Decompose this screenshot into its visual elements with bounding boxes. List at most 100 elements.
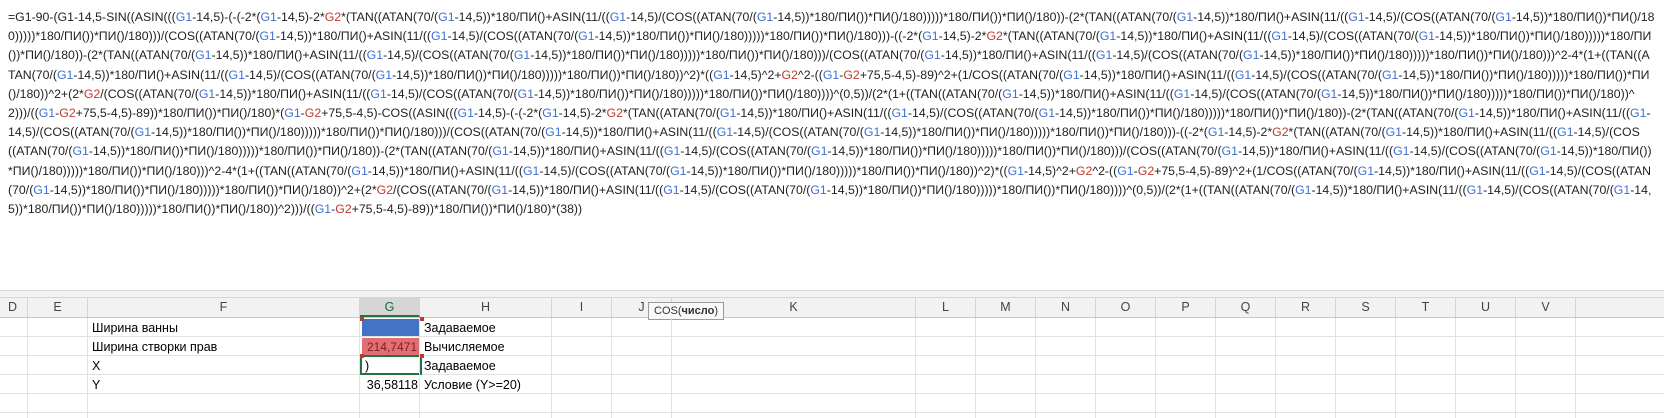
formula-segment: -14,5))*180/ПИ())*ПИ()/180)))))*180/ПИ()…	[88, 144, 493, 159]
grid-column-line	[1515, 318, 1516, 418]
formula-ref-g1: G1	[1529, 163, 1546, 178]
grid-column-line	[1455, 318, 1456, 418]
cell-h4[interactable]: Условие (Y>=20)	[424, 376, 521, 394]
formula-segment: -14,5)/(COS((ATAN(70/(	[1287, 29, 1419, 44]
formula-ref-g2: G2	[304, 106, 322, 121]
grid-column-line	[551, 318, 552, 418]
grid-column-line	[975, 318, 976, 418]
grid-column-line	[671, 318, 672, 418]
column-header-n[interactable]: N	[1036, 298, 1096, 317]
column-header-s[interactable]: S	[1336, 298, 1396, 317]
formula-segment: -14,5))*180/ПИ()+ASIN(11/((	[1474, 106, 1631, 121]
formula-segment: -14,5))*180/ПИ())*ПИ()/180)))))*180/ПИ()…	[827, 144, 1222, 159]
formula-ref-g1: G1	[716, 125, 734, 140]
column-header-h[interactable]: H	[420, 298, 552, 317]
formula-segment: -14,5)/(COS((ATAN(70/(	[447, 29, 579, 44]
cell-f2[interactable]: Ширина створки прав	[92, 338, 217, 356]
formula-ref-g1: G1	[924, 48, 941, 63]
column-header-m[interactable]: M	[976, 298, 1036, 317]
formula-segment: +75,5-4,5)-89))*180/ПИ())*ПИ()/180)*(38)…	[351, 202, 583, 217]
function-tooltip: COS(число)	[648, 302, 724, 320]
column-header-f[interactable]: F	[88, 298, 360, 317]
formula-ref-g2: G2	[1075, 163, 1093, 178]
column-header-u[interactable]: U	[1456, 298, 1516, 317]
formula-ref-g1: G1	[756, 10, 774, 24]
formula-bar[interactable]: =G1-90-(G1-14,5-SIN((ASIN(((G1 -14,5)-(-(…	[0, 0, 1664, 290]
formula-bar-resize-handle[interactable]	[0, 290, 1664, 298]
reference-handle[interactable]	[360, 354, 364, 358]
formula-ref-g1: G1	[457, 106, 474, 121]
formula-ref-g1: G1	[522, 163, 540, 178]
table-row	[0, 337, 1664, 356]
column-header-r[interactable]: R	[1276, 298, 1336, 317]
column-header-i[interactable]: I	[552, 298, 612, 317]
formula-ref-g1: G1	[1173, 86, 1191, 101]
cell-h3[interactable]: Задаваемое	[424, 357, 496, 375]
formula-segment: ^2-((	[797, 67, 823, 82]
cell-h2[interactable]: Вычисляемое	[424, 338, 505, 356]
cell-g2[interactable]: 214,7471	[362, 338, 420, 355]
cell-g1[interactable]	[362, 319, 420, 336]
cell-f3[interactable]: X	[92, 357, 100, 375]
formula-text[interactable]: =G1-90-(G1-14,5-SIN((ASIN(((G1 -14,5)-(-(…	[8, 8, 1656, 219]
reference-handle[interactable]	[420, 317, 424, 321]
formula-ref-g1: G1	[542, 106, 559, 121]
formula-ref-g1: G1	[810, 182, 827, 197]
formula-segment: -14,5)/(COS((ATAN(70/(	[680, 144, 812, 159]
formula-segment: +75,5-4,5)-89)^2+(1/COS((ATAN(70/(	[859, 67, 1064, 82]
formula-segment: -14,5)-2*	[1224, 125, 1273, 140]
formula-segment: -14,5)-2*	[938, 29, 987, 44]
cell-g4[interactable]: 36,58118	[362, 376, 420, 394]
column-header-e[interactable]: E	[28, 298, 88, 317]
column-header-q[interactable]: Q	[1216, 298, 1276, 317]
reference-handle[interactable]	[360, 317, 364, 321]
formula-ref-g2: G2	[376, 182, 394, 197]
formula-segment: -14,5))*180/ПИ()+ASIN(11/((	[508, 144, 664, 159]
formula-ref-g1: G1	[1540, 144, 1557, 159]
formula-segment: -14,5))*180/ПИ())*ПИ()/180)))))*180/ПИ()…	[530, 48, 925, 63]
column-header-l[interactable]: L	[916, 298, 976, 317]
formula-ref-g1: G1	[1095, 48, 1113, 63]
table-row	[0, 394, 1664, 413]
formula-segment: -14,5))*180/ПИ()+ASIN(11/((	[940, 48, 1096, 63]
table-row	[0, 375, 1664, 394]
formula-ref-g1: G1	[1320, 86, 1338, 101]
formula-ref-g1: G1	[314, 202, 332, 217]
formula-ref-g1: G1	[922, 29, 939, 44]
worksheet-grid[interactable]	[0, 318, 1664, 418]
formula-ref-g1: G1	[513, 48, 531, 63]
cell-h1[interactable]: Задаваемое	[424, 319, 496, 337]
formula-ref-g1: G1	[351, 163, 368, 178]
formula-ref-g1: G1	[713, 67, 730, 82]
reference-handle[interactable]	[420, 354, 424, 358]
formula-segment: -14,5)-(-(-2*(	[192, 10, 261, 24]
formula-ref-g1: G1	[1243, 48, 1260, 63]
formula-segment: -14,5))*180/ПИ()+ASIN(11/((	[1193, 10, 1349, 24]
formula-segment: -14,5))*180/ПИ()+ASIN(11/((	[367, 163, 523, 178]
formula-segment: -14,5))*180/ПИ())*ПИ()/180)))))*180/ПИ()…	[533, 86, 1003, 101]
formula-ref-g2: G2	[1137, 163, 1155, 178]
column-header-v[interactable]: V	[1516, 298, 1576, 317]
formula-segment: -14,5)/(COS((ATAN(70/(	[907, 106, 1039, 121]
formula-segment: ^2-((	[1092, 163, 1118, 178]
cell-f4[interactable]: Y	[92, 376, 100, 394]
formula-ref-g1: G1	[366, 48, 384, 63]
cell-g3-active[interactable]: )	[360, 355, 422, 375]
column-header-t[interactable]: T	[1396, 298, 1456, 317]
formula-ref-g1: G1	[1385, 125, 1402, 140]
column-header-g[interactable]: G	[360, 298, 420, 317]
formula-ref-g1: G1	[663, 144, 681, 159]
formula-ref-g1: G1	[33, 182, 50, 197]
column-header-p[interactable]: P	[1156, 298, 1216, 317]
column-header-d[interactable]: D	[0, 298, 28, 317]
column-header-o[interactable]: O	[1096, 298, 1156, 317]
tooltip-fn[interactable]: COS(	[654, 305, 682, 317]
formula-ref-g1: G1	[545, 125, 562, 140]
grid-column-line	[419, 318, 420, 418]
formula-segment: +75,5-4,5)-89)^2+(1/COS((ATAN(70/(	[1154, 163, 1358, 178]
formula-ref-g1: G1	[375, 67, 393, 82]
formula-ref-g1: G1	[38, 106, 56, 121]
cell-f1[interactable]: Ширина ванны	[92, 319, 178, 337]
formula-ref-g2: G2	[83, 86, 101, 101]
formula-segment: -14,5)/(COS((ATAN(70/(	[679, 182, 811, 197]
